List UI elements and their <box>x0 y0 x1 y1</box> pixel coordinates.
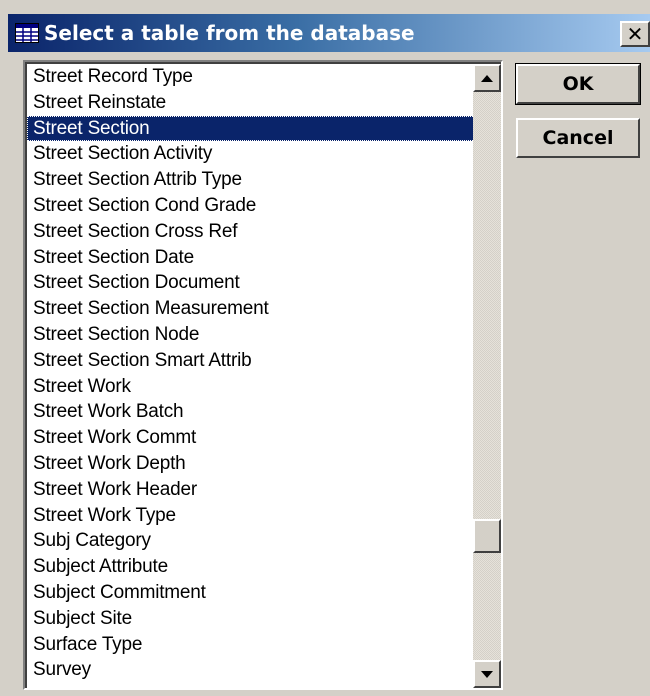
scroll-down-button[interactable] <box>473 660 501 688</box>
list-item[interactable]: Street Reinstate <box>27 90 475 116</box>
list-item[interactable]: Surface Type <box>27 632 475 658</box>
table-list: Street Record Type Street Reinstate Street… <box>27 64 475 683</box>
list-item[interactable]: Street Section Cond Grade <box>27 193 475 219</box>
scroll-up-arrow-icon <box>481 74 493 82</box>
cancel-button[interactable]: Cancel <box>516 118 640 158</box>
list-item[interactable]: Street Section <box>27 115 475 142</box>
list-item[interactable]: Survey <box>27 657 475 683</box>
list-item[interactable]: Street Work Commt <box>27 425 475 451</box>
list-item[interactable]: Street Section Node <box>27 322 475 348</box>
list-item[interactable]: Subj Category <box>27 528 475 554</box>
list-item[interactable]: Street Work <box>27 374 475 400</box>
list-item[interactable]: Street Section Measurement <box>27 296 475 322</box>
list-item[interactable]: Street Work Type <box>27 503 475 529</box>
table-listbox[interactable]: Street Record Type Street Reinstate Street… <box>23 60 503 690</box>
close-button[interactable]: ✕ <box>620 21 650 47</box>
list-item[interactable]: Street Section Activity <box>27 141 475 167</box>
list-item[interactable]: Street Section Smart Attrib <box>27 348 475 374</box>
list-item[interactable]: Subject Site <box>27 606 475 632</box>
select-table-dialog: Select a table from the database ✕ Stree… <box>0 0 650 696</box>
dialog-title: Select a table from the database <box>44 21 415 45</box>
list-item[interactable]: Street Work Depth <box>27 451 475 477</box>
list-item[interactable]: Subject Attribute <box>27 554 475 580</box>
title-bar[interactable]: Select a table from the database ✕ <box>8 14 650 52</box>
close-icon: ✕ <box>626 22 644 46</box>
list-item[interactable]: Street Section Cross Ref <box>27 219 475 245</box>
list-item[interactable]: Subject Commitment <box>27 580 475 606</box>
list-item[interactable]: Street Section Date <box>27 245 475 271</box>
vertical-scrollbar[interactable] <box>473 64 501 688</box>
list-item[interactable]: Street Section Document <box>27 270 475 296</box>
table-icon <box>15 23 39 43</box>
scroll-up-button[interactable] <box>473 64 501 92</box>
scroll-thumb[interactable] <box>473 519 501 553</box>
list-item[interactable]: Street Record Type <box>27 64 475 90</box>
list-item[interactable]: Street Section Attrib Type <box>27 167 475 193</box>
ok-button[interactable]: OK <box>515 63 641 105</box>
list-item[interactable]: Street Work Batch <box>27 399 475 425</box>
scroll-down-arrow-icon <box>481 670 493 678</box>
listbox-frame: Street Record Type Street Reinstate Street… <box>25 62 501 688</box>
list-item[interactable]: Street Work Header <box>27 477 475 503</box>
